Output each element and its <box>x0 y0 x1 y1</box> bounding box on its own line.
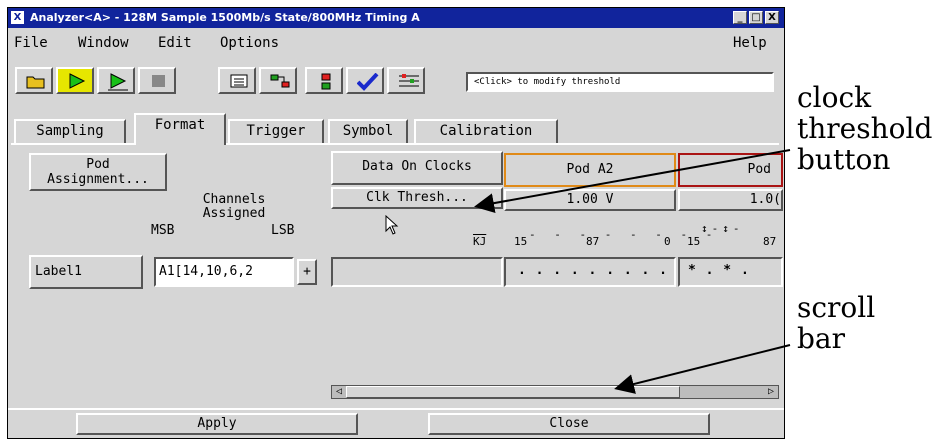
clock-threshold-annotation: clock threshold button <box>797 81 933 176</box>
scroll-bar-annotation: scroll bar <box>797 291 876 355</box>
scroll-bar-arrow <box>614 344 791 394</box>
tab-format[interactable]: Format <box>134 113 226 145</box>
clock-threshold-arrow <box>474 149 791 214</box>
annotation-arrows <box>474 149 791 394</box>
